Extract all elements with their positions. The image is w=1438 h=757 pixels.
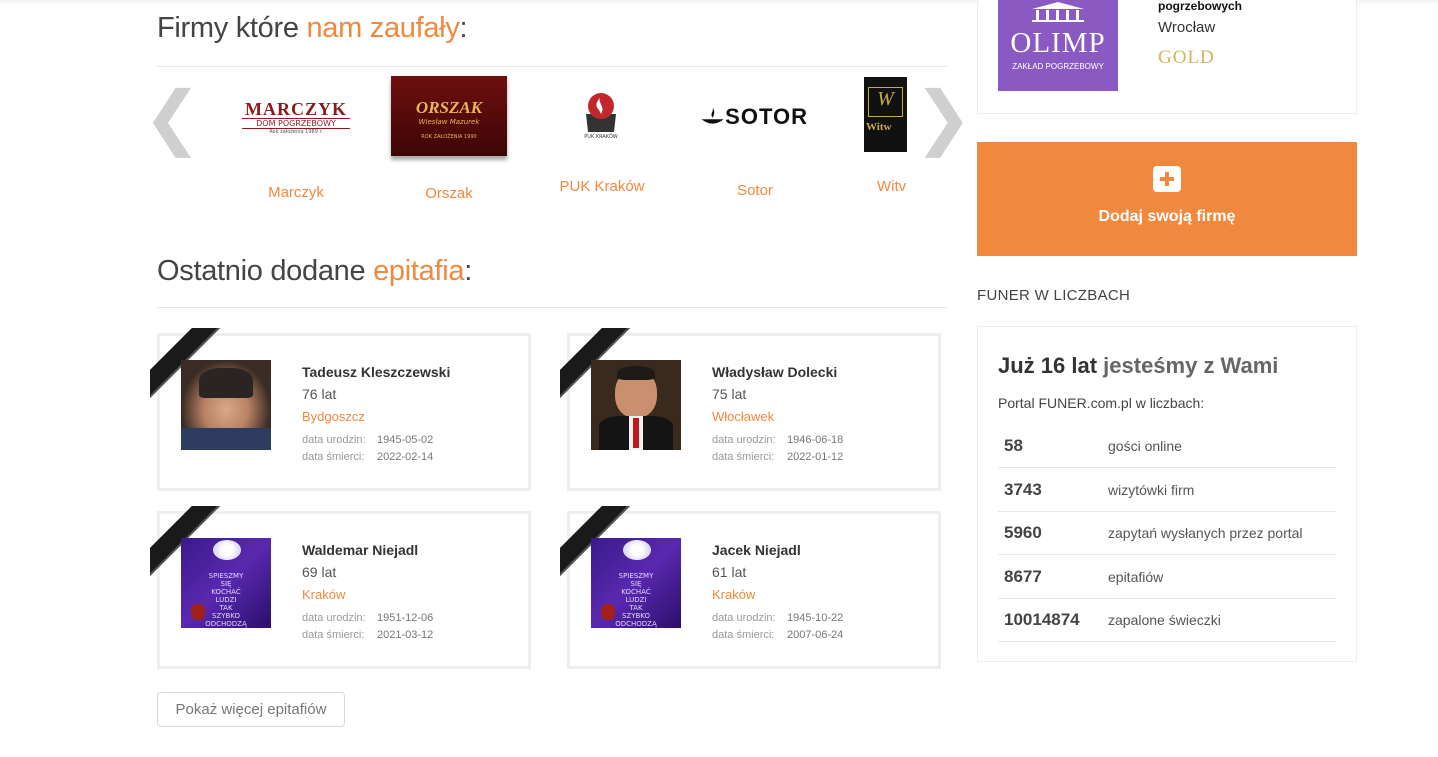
company-logo-marczyk[interactable]: MARCZYK DOM POGRZEBOWY Rok założenia 198… — [236, 100, 356, 136]
deceased-age: 61 lat — [712, 564, 747, 580]
stats-label: zapalone świeczki — [1108, 612, 1221, 628]
birth-date: 1946-06-18 — [787, 434, 844, 446]
stats-number: 10014874 — [1004, 610, 1080, 629]
stats-row: 58 gości online — [998, 424, 1336, 468]
epitaph-card[interactable]: SPIESZMY SIĘ KOCHAĆ LUDZI TAK SZYBKO ODC… — [560, 506, 941, 669]
death-label: data śmierci: — [302, 629, 365, 641]
stats-number: 58 — [1004, 436, 1023, 455]
featured-company-box[interactable]: OLIMP ZAKŁAD POGRZEBOWY pogrzebowych Wro… — [977, 0, 1357, 114]
featured-company-type: pogrzebowych — [1158, 0, 1243, 13]
featured-company-tier: GOLD — [1158, 47, 1215, 68]
epitaph-card[interactable]: Władysław Dolecki 75 lat Włocławek data … — [560, 328, 941, 491]
temple-icon — [1032, 2, 1084, 22]
company-name-sotor[interactable]: Sotor — [685, 182, 825, 199]
add-company-label: Dodaj swoją firmę — [1098, 208, 1236, 225]
epitaph-photo[interactable] — [591, 360, 681, 450]
company-name-marczyk[interactable]: Marczyk — [226, 184, 366, 201]
stats-subtitle: Portal FUNER.com.pl w liczbach: — [998, 395, 1205, 411]
company-name-witv[interactable]: Witv — [877, 178, 907, 195]
company-name-puk-krakow[interactable]: PUK Kraków — [532, 178, 672, 195]
deceased-name[interactable]: Tadeusz Kleszczewski — [302, 364, 450, 380]
deceased-city[interactable]: Kraków — [712, 587, 755, 602]
deceased-name[interactable]: Jacek Niejadl — [712, 542, 801, 558]
add-company-button[interactable]: Dodaj swoją firmę — [977, 142, 1357, 256]
deceased-city[interactable]: Bydgoszcz — [302, 409, 365, 424]
witv-monogram: W — [868, 87, 903, 117]
stats-row: 3743 wizytówki firm — [998, 468, 1336, 512]
svg-text:PUK KRAKÓW: PUK KRAKÓW — [584, 133, 617, 140]
carousel-next-button[interactable]: ❯ — [914, 82, 973, 152]
death-date: 2022-02-14 — [377, 451, 434, 463]
stats-number: 3743 — [1004, 480, 1042, 499]
stats-number: 5960 — [1004, 523, 1042, 542]
birth-date: 1945-05-02 — [377, 434, 434, 446]
stats-heading: FUNER W LICZBACH — [977, 287, 1131, 304]
companies-heading: Firmy które nam zaufały: — [157, 12, 468, 44]
lamp-icon — [701, 107, 724, 124]
stats-label: zapytań wysłanych przez portal — [1108, 525, 1303, 541]
stats-number: 8677 — [1004, 567, 1042, 586]
deceased-age: 76 lat — [302, 386, 337, 402]
deceased-city[interactable]: Kraków — [302, 587, 345, 602]
epitaph-card[interactable]: SPIESZMY SIĘ KOCHAĆ LUDZI TAK SZYBKO ODC… — [150, 506, 531, 669]
death-date: 2021-03-12 — [377, 629, 434, 641]
birth-label: data urodzin: — [302, 612, 366, 624]
stats-title: Już 16 lat jesteśmy z Wami — [998, 353, 1279, 378]
epitaph-card[interactable]: Tadeusz Kleszczewski 76 lat Bydgoszcz da… — [150, 328, 531, 491]
epitaph-photo[interactable]: SPIESZMY SIĘ KOCHAĆ LUDZI TAK SZYBKO ODC… — [591, 538, 681, 628]
stats-box: Już 16 lat jesteśmy z Wami Portal FUNER.… — [977, 326, 1357, 662]
stats-row: 5960 zapytań wysłanych przez portal — [998, 511, 1336, 555]
stats-label: wizytówki firm — [1108, 482, 1195, 498]
company-logo-puk-krakow[interactable]: PUK KRAKÓW — [570, 88, 632, 140]
deceased-city[interactable]: Włocławek — [712, 409, 774, 424]
death-label: data śmierci: — [712, 451, 775, 463]
epitaph-photo[interactable]: SPIESZMY SIĘ KOCHAĆ LUDZI TAK SZYBKO ODC… — [181, 538, 271, 628]
carousel-prev-button[interactable]: ❮ — [143, 82, 202, 152]
deceased-name[interactable]: Waldemar Niejadl — [302, 542, 418, 558]
stats-row: 10014874 zapalone świeczki — [998, 598, 1336, 642]
deceased-age: 75 lat — [712, 386, 747, 402]
company-name-orszak[interactable]: Orszak — [379, 185, 519, 202]
divider — [157, 307, 947, 308]
deceased-age: 69 lat — [302, 564, 337, 580]
show-more-epitaphs-button[interactable]: Pokaż więcej epitafiów — [157, 692, 345, 727]
birth-label: data urodzin: — [712, 612, 776, 624]
plus-square-icon — [1153, 166, 1181, 192]
featured-company-city: Wrocław — [1158, 19, 1216, 36]
death-label: data śmierci: — [712, 629, 775, 641]
stats-label: gości online — [1108, 438, 1182, 454]
deceased-name[interactable]: Władysław Dolecki — [712, 364, 837, 380]
death-date: 2022-01-12 — [787, 451, 844, 463]
stats-row: 8677 epitafiów — [998, 555, 1336, 599]
death-date: 2007-06-24 — [787, 629, 844, 641]
birth-label: data urodzin: — [712, 434, 776, 446]
epitaph-photo[interactable] — [181, 360, 271, 450]
flame-icon: PUK KRAKÓW — [584, 93, 618, 140]
birth-date: 1951-12-06 — [377, 612, 434, 624]
olimp-logo[interactable]: OLIMP ZAKŁAD POGRZEBOWY — [998, 0, 1118, 91]
death-label: data śmierci: — [302, 451, 365, 463]
divider — [157, 66, 947, 67]
stats-label: epitafiów — [1108, 569, 1164, 585]
company-logo-orszak[interactable]: ORSZAK Wiesław Mazurek ROK ZAŁOŻENIA 199… — [391, 76, 507, 156]
epitaphs-heading: Ostatnio dodane epitafia: — [157, 255, 472, 287]
birth-date: 1945-10-22 — [787, 612, 844, 624]
company-logo-witv[interactable]: W Witw — [864, 77, 907, 152]
birth-label: data urodzin: — [302, 434, 366, 446]
company-logo-sotor[interactable]: SOTOR — [700, 100, 808, 134]
